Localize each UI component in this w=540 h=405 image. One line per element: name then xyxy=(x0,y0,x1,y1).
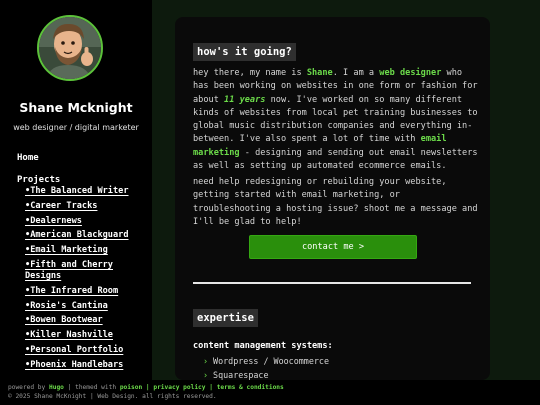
project-link[interactable]: •Bowen Bootwear xyxy=(25,315,147,326)
list-item: › Squarespace xyxy=(203,370,269,380)
copyright: © 2025 Shane McKnight | Web Design. all … xyxy=(8,393,217,400)
chevron-right-icon: › xyxy=(203,370,209,380)
project-link[interactable]: •Phoenix Handlebars xyxy=(25,360,147,371)
avatar xyxy=(37,15,103,81)
footer: powered by Hugo | themed with poison | p… xyxy=(0,380,540,405)
sidebar: Shane Mcknight web designer / digital ma… xyxy=(0,0,152,380)
cms-list: › Wordpress / Woocommerce › Squarespace xyxy=(203,355,329,380)
project-link[interactable]: •Dealernews xyxy=(25,216,147,227)
project-link[interactable]: •Email Marketing xyxy=(25,245,147,256)
list-item: › Wordpress / Woocommerce xyxy=(203,356,330,366)
section-divider xyxy=(193,282,471,284)
nav-home-link[interactable]: Home xyxy=(17,153,39,163)
privacy-policy-link[interactable]: | privacy policy xyxy=(146,384,206,391)
owner-name-highlight: Shane xyxy=(306,68,333,78)
nav-projects-label: Projects xyxy=(17,175,61,185)
site-owner-name: Shane Mcknight xyxy=(19,100,133,115)
hugo-link[interactable]: Hugo xyxy=(49,384,64,391)
help-paragraph: need help redesigning or rebuilding your… xyxy=(193,177,478,227)
memoji-avatar-icon xyxy=(39,17,101,79)
expertise-heading: expertise xyxy=(193,309,258,327)
intro-paragraph: hey there, my name is Shane. I am a web … xyxy=(193,68,478,172)
project-link[interactable]: •Killer Nashville xyxy=(25,330,147,341)
project-link[interactable]: •The Balanced Writer xyxy=(25,186,147,197)
poison-link[interactable]: poison xyxy=(120,384,142,391)
project-link[interactable]: •Career Tracks xyxy=(25,201,147,212)
project-link[interactable]: •Rosie's Cantina xyxy=(25,301,147,312)
tagline: web designer / digital marketer xyxy=(13,123,139,132)
main-content-card: how's it going? hey there, my name is Sh… xyxy=(175,17,490,380)
project-link[interactable]: •Fifth and Cherry Designs xyxy=(25,260,147,282)
intro-heading: how's it going? xyxy=(193,43,296,61)
cms-label: content management systems: xyxy=(193,341,333,351)
role-highlight: web designer xyxy=(379,68,442,78)
project-link[interactable]: •American Blackguard xyxy=(25,230,147,241)
project-link[interactable]: •Personal Portfolio xyxy=(25,345,147,356)
chevron-right-icon: › xyxy=(203,356,209,366)
project-link[interactable]: •The Infrared Room xyxy=(25,286,147,297)
terms-link[interactable]: | terms & conditions xyxy=(209,384,284,391)
contact-me-button[interactable]: contact me > xyxy=(249,235,417,259)
years-highlight: 11 years xyxy=(224,94,266,105)
projects-list: •The Balanced Writer •Career Tracks •Dea… xyxy=(25,186,147,375)
